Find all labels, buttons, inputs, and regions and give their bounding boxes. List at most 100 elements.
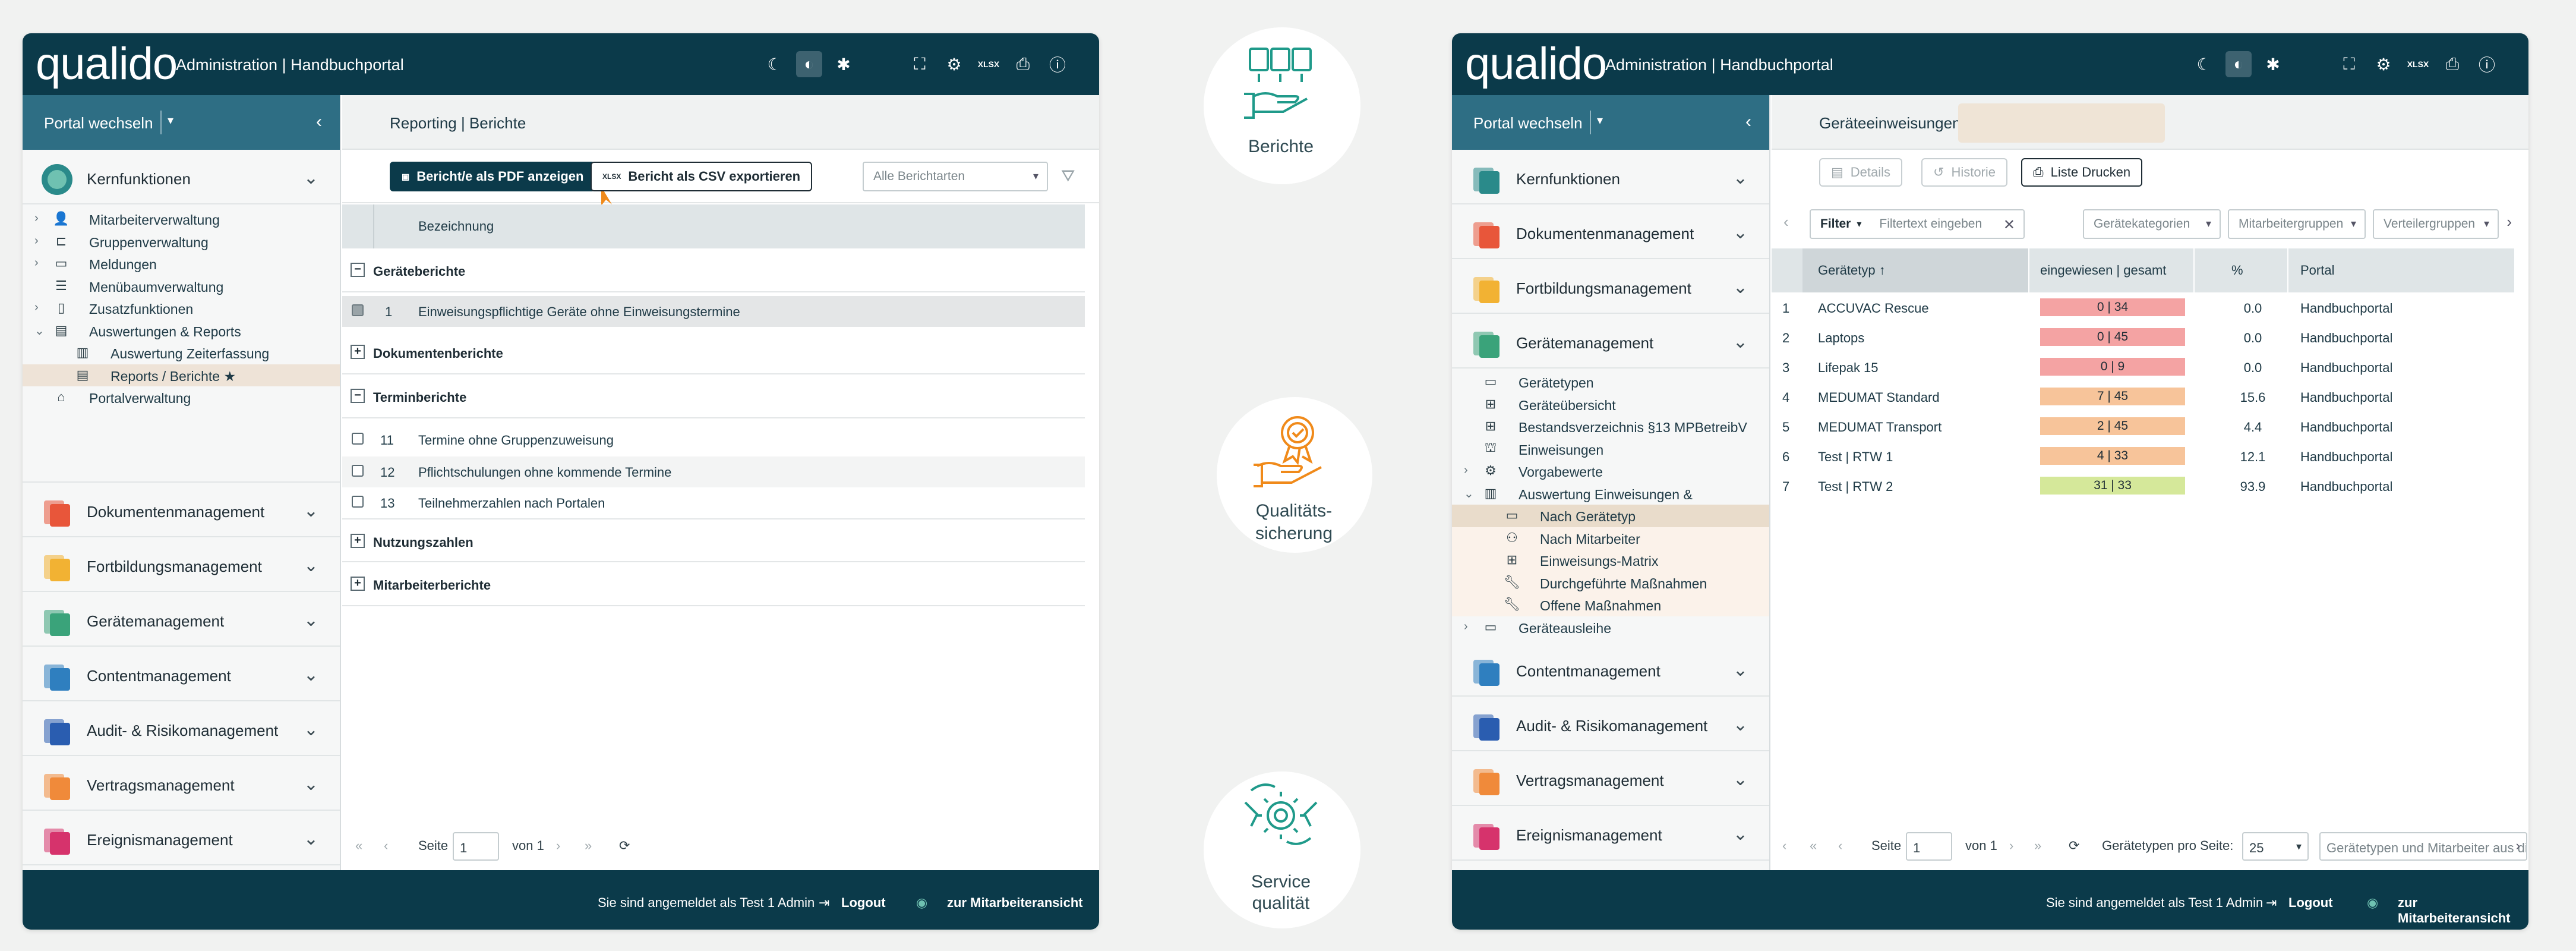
- scroll-left-icon[interactable]: ‹: [1782, 838, 1786, 854]
- dark-mode-icon[interactable]: ☾: [2191, 51, 2217, 77]
- dropdown-caret-icon[interactable]: ▾: [168, 113, 173, 128]
- collapse-toggle[interactable]: −: [351, 263, 365, 277]
- per-page-select[interactable]: 25 ▾: [2242, 832, 2309, 861]
- expand-toggle[interactable]: +: [351, 534, 365, 548]
- collapse-sidebar-icon[interactable]: ‹: [316, 112, 322, 132]
- refresh-icon[interactable]: ⟳: [619, 838, 630, 854]
- chevron-down-icon[interactable]: ⌄: [1733, 769, 1748, 790]
- subnav-item[interactable]: ⌂ Portalverwaltung: [23, 386, 340, 409]
- device-category-select[interactable]: Gerätekategorien ▾: [2083, 209, 2221, 239]
- scroll-left-icon[interactable]: ‹: [1783, 213, 1789, 231]
- subnav-item[interactable]: ⌄▥Auswertung Einweisungen & Maßnahmen: [1452, 483, 1769, 518]
- view-switch-icon[interactable]: ◉: [2367, 895, 2378, 911]
- dropdown-caret-icon[interactable]: ▾: [1597, 113, 1603, 128]
- column-header-percent[interactable]: %: [2231, 263, 2243, 278]
- portal-switch-label[interactable]: Portal wechseln: [1473, 114, 1583, 133]
- scroll-right-icon[interactable]: ›: [2506, 213, 2512, 231]
- subnav-item[interactable]: 🔧︎ Durchgeführte Maßnahmen: [1452, 571, 1769, 594]
- contrast-icon[interactable]: ◐: [796, 51, 822, 77]
- column-header-portal[interactable]: Portal: [2300, 263, 2334, 278]
- subnav-item[interactable]: › ▭ Meldungen: [23, 253, 340, 275]
- module-row[interactable]: Contentmanagement ⌄: [23, 647, 340, 701]
- logout-icon[interactable]: ⇥: [819, 895, 829, 911]
- clear-icon[interactable]: ✕: [2003, 216, 2015, 234]
- report-type-select[interactable]: Alle Berichtarten ▾: [863, 162, 1048, 191]
- group-row[interactable]: − Geräteberichte: [342, 248, 1085, 292]
- chevron-down-icon[interactable]: ⌄: [1733, 277, 1748, 298]
- table-row[interactable]: 1 ACCUVAC Rescue 0 | 34 0.0 Handbuchportal: [1772, 292, 2514, 322]
- table-row[interactable]: 5 MEDUMAT Transport 2 | 45 4.4 Handbuchporta…: [1772, 411, 2514, 441]
- chevron-down-icon[interactable]: ⌄: [304, 555, 318, 576]
- module-row[interactable]: Audit- & Risikomanagement ⌄: [23, 701, 340, 756]
- module-row[interactable]: Kernfunktionen ⌄: [1452, 150, 1769, 204]
- table-row-selected[interactable]: 1 Einweisungspflichtige Geräte ohne Einw…: [342, 296, 1085, 327]
- portal-switch-bar[interactable]: Portal wechseln ▾ ‹: [1452, 95, 1769, 150]
- subnav-item[interactable]: › ⚙ Vorgabewerte: [1452, 460, 1769, 483]
- subnav-item-active[interactable]: ▤ Reports / Berichte ★: [23, 364, 340, 386]
- module-row[interactable]: Fortbildungsmanagement ⌄: [1452, 259, 1769, 314]
- help-icon[interactable]: ⓘ: [1044, 51, 1071, 77]
- table-row[interactable]: 12 Pflichtschulungen ohne kommende Termi…: [342, 456, 1085, 487]
- logout-icon[interactable]: ⇥: [2266, 895, 2277, 911]
- subnav-item[interactable]: ⌄ ▤ Auswertungen & Reports: [23, 320, 340, 342]
- subnav-item[interactable]: ⛫ Einweisungen: [1452, 438, 1769, 461]
- filter-input[interactable]: Filtertext eingeben: [1879, 217, 1982, 231]
- subnav-item[interactable]: ▥ Auswertung Zeiterfassung: [23, 342, 340, 364]
- row-checkbox[interactable]: [352, 433, 364, 445]
- table-row[interactable]: 11 Termine ohne Gruppenzuweisung: [342, 424, 1085, 455]
- subnav-item[interactable]: ⊞ Bestandsverzeichnis §13 MPBetreibV: [1452, 415, 1769, 438]
- view-switch-icon[interactable]: ◉: [916, 895, 927, 911]
- column-header-ratio[interactable]: eingewiesen | gesamt: [2040, 263, 2166, 278]
- subnav-item[interactable]: ⚇ Nach Mitarbeiter: [1452, 527, 1769, 549]
- print-icon[interactable]: ⎙: [2439, 51, 2465, 77]
- print-list-button[interactable]: ⎙ Liste Drucken: [2021, 158, 2143, 187]
- logout-link[interactable]: Logout: [2288, 895, 2333, 911]
- page-input[interactable]: 1: [1906, 832, 1952, 861]
- module-row[interactable]: Ereignismanagement ⌄: [23, 811, 340, 865]
- subnav-item[interactable]: ⊞ Einweisungs-Matrix: [1452, 549, 1769, 572]
- logout-link[interactable]: Logout: [841, 895, 886, 911]
- module-row[interactable]: Vertragsmanagement ⌄: [1452, 751, 1769, 806]
- employee-view-link[interactable]: zur Mitarbeiteransicht: [2398, 895, 2528, 926]
- module-row[interactable]: Audit- & Risikomanagement ⌄: [1452, 697, 1769, 751]
- table-row[interactable]: 4 MEDUMAT Standard 7 | 45 15.6 Handbuchporta…: [1772, 382, 2514, 411]
- module-row[interactable]: Contentmanagement ⌄: [1452, 642, 1769, 697]
- help-icon[interactable]: ⓘ: [2474, 51, 2500, 77]
- refresh-icon[interactable]: ⟳: [2069, 838, 2079, 854]
- collapse-toggle[interactable]: −: [351, 389, 365, 403]
- column-header-bezeichnung[interactable]: Bezeichnung: [418, 219, 494, 234]
- chevron-down-icon[interactable]: ⌄: [304, 665, 318, 685]
- last-page-icon[interactable]: »: [585, 838, 592, 854]
- module-row[interactable]: Vertragsmanagement ⌄: [23, 756, 340, 811]
- page-input[interactable]: 1: [453, 832, 499, 861]
- print-icon[interactable]: ⎙: [1010, 51, 1036, 77]
- column-header-geraetetyp[interactable]: Gerätetyp ↑: [1818, 263, 1886, 278]
- light-mode-icon[interactable]: ✱: [831, 51, 857, 77]
- module-row[interactable]: Dokumentenmanagement ⌄: [1452, 204, 1769, 259]
- expand-toggle[interactable]: +: [351, 345, 365, 359]
- contrast-icon[interactable]: ◐: [2225, 51, 2252, 77]
- subnav-item[interactable]: › ▭ Geräteausleihe: [1452, 616, 1769, 639]
- chevron-down-icon[interactable]: ⌄: [304, 719, 318, 740]
- subnav-item[interactable]: 🔧︎ Offene Maßnahmen: [1452, 594, 1769, 616]
- collapse-sidebar-icon[interactable]: ‹: [1745, 112, 1751, 132]
- prev-page-icon[interactable]: ‹: [1838, 838, 1842, 854]
- scan-icon[interactable]: ⛶: [2336, 51, 2362, 77]
- csv-export-button[interactable]: XLSX Bericht als CSV exportieren: [591, 162, 813, 191]
- first-page-icon[interactable]: «: [355, 838, 362, 854]
- subnav-item[interactable]: › ⊏ Gruppenverwaltung: [23, 231, 340, 253]
- history-button[interactable]: ↺ Historie: [1921, 158, 2008, 187]
- qualido-logo[interactable]: qualido: [1465, 42, 1607, 87]
- chevron-down-icon[interactable]: ⌄: [1733, 824, 1748, 845]
- subnav-item[interactable]: ▭ Gerätetypen: [1452, 371, 1769, 393]
- chevron-down-icon[interactable]: ⌄: [304, 774, 318, 795]
- chevron-down-icon[interactable]: ⌄: [1733, 222, 1748, 243]
- module-row[interactable]: Dokumentenmanagement ⌄: [23, 483, 340, 537]
- module-kernfunktionen[interactable]: Kernfunktionen ⌄: [23, 150, 340, 204]
- dark-mode-icon[interactable]: ☾: [762, 51, 788, 77]
- table-row[interactable]: 7 Test | RTW 2 31 | 33 93.9 Handbuchportal: [1772, 471, 2514, 500]
- chevron-down-icon[interactable]: ⌄: [304, 500, 318, 521]
- distribution-group-select[interactable]: Verteilergruppen ▾: [2373, 209, 2499, 239]
- chevron-down-icon[interactable]: ⌄: [1733, 168, 1748, 188]
- subnav-item-active[interactable]: ▭ Nach Gerätetyp: [1452, 505, 1769, 527]
